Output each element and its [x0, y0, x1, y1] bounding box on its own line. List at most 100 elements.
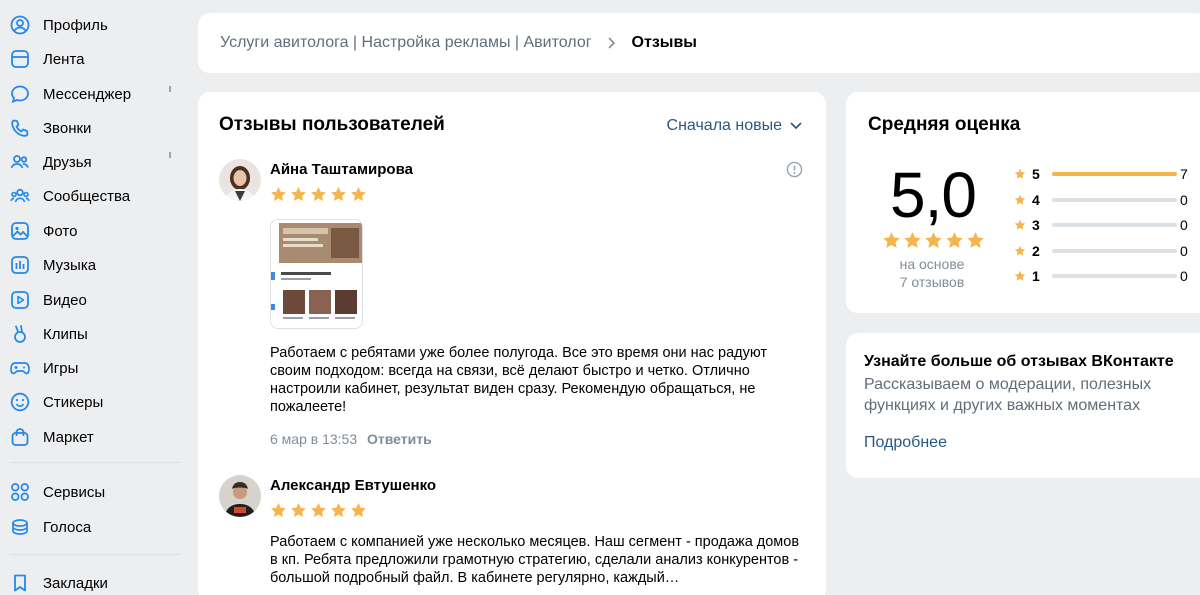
average-rating-panel: Средняя оценка 5,0 на основе 7 отзывов 5… [846, 92, 1200, 313]
chevron-down-icon [790, 122, 802, 130]
left-sidebar: Профиль Лента Мессенджер Звонки Друзья С… [0, 0, 190, 595]
sidebar-marker [169, 86, 171, 92]
rating-row-bar [1052, 248, 1177, 253]
avatar[interactable] [219, 475, 261, 517]
based-on-label: на основе [899, 256, 965, 272]
phone-icon [11, 119, 29, 137]
communities-icon [10, 188, 30, 203]
rating-row-stars: 5 [1032, 166, 1040, 182]
star-icon [331, 187, 346, 202]
sidebar-item-music[interactable]: Музыка [0, 249, 180, 281]
sidebar-item-label: Лента [43, 50, 85, 68]
average-score: 5,0 [890, 159, 977, 231]
sidebar-item-services[interactable]: Сервисы [0, 476, 180, 508]
info-text: Рассказываем о модерации, полезных функц… [864, 376, 1152, 414]
star-icon [311, 187, 326, 202]
sidebar-item-bookmarks[interactable]: Закладки [0, 567, 180, 595]
video-icon [11, 291, 29, 309]
review-text: Работаем с ребятами уже более полугода. … [270, 345, 768, 415]
review-attachment-image[interactable] [270, 219, 363, 329]
rating-row: 20 [1014, 243, 1194, 259]
star-icon [291, 187, 306, 202]
rating-row-stars: 3 [1032, 217, 1040, 233]
rating-row-stars: 1 [1032, 268, 1040, 284]
breadcrumb-current: Отзывы [631, 34, 697, 51]
star-icon [1014, 270, 1026, 281]
star-icon [271, 503, 286, 518]
sidebar-item-label: Друзья [43, 153, 92, 171]
rating-row-stars: 2 [1032, 242, 1040, 259]
star-icon [351, 187, 366, 202]
rating-row-count: 7 [1180, 166, 1188, 182]
star-icon [351, 503, 366, 518]
star-icon [271, 187, 286, 202]
star-icon [1014, 194, 1026, 205]
review-author[interactable]: Айна Таштамирова [270, 161, 413, 178]
rating-row: 10 [1014, 268, 1194, 284]
info-panel: Узнайте больше об отзывах ВКонтакте Расс… [846, 333, 1200, 478]
reviews-count: 7 отзывов [899, 274, 965, 290]
market-icon [11, 428, 29, 446]
sidebar-item-label: Звонки [43, 119, 92, 137]
sidebar-item-games[interactable]: Игры [0, 352, 180, 384]
sidebar-item-label: Маркет [43, 428, 94, 446]
sidebar-item-label: Голоса [43, 518, 92, 536]
rating-row: 40 [1014, 192, 1194, 208]
bookmark-icon [14, 574, 26, 592]
sidebar-item-label: Игры [43, 359, 79, 377]
music-icon [11, 256, 29, 274]
star-icon [331, 503, 346, 518]
reply-link[interactable]: Ответить [367, 431, 432, 447]
rating-row-bar [1052, 274, 1177, 278]
rating-row: 57 [1014, 166, 1194, 182]
star-icon [291, 503, 306, 518]
sidebar-divider [10, 554, 180, 555]
messenger-icon [11, 85, 29, 103]
avatar[interactable] [219, 159, 261, 201]
sidebar-item-profile[interactable]: Профиль [0, 9, 180, 41]
sidebar-item-label: Сообщества [43, 187, 131, 205]
rating-row-stars: 4 [1032, 191, 1040, 208]
review-rating-stars [270, 502, 367, 519]
review-author[interactable]: Александр Евтушенко [270, 477, 436, 494]
sort-dropdown[interactable]: Сначала новые [667, 117, 802, 135]
rating-row-count: 0 [1180, 242, 1188, 259]
sidebar-item-communities[interactable]: Сообщества [0, 180, 180, 212]
more-link[interactable]: Подробнее [864, 434, 947, 452]
star-icon [967, 232, 984, 248]
rating-row-count: 0 [1180, 191, 1188, 208]
sidebar-item-votes[interactable]: Голоса [0, 511, 180, 543]
sidebar-item-label: Видео [43, 291, 87, 309]
sidebar-item-label: Музыка [43, 256, 97, 274]
sidebar-item-clips[interactable]: Клипы [0, 318, 180, 350]
sidebar-item-photo[interactable]: Фото [0, 215, 180, 247]
review-text: Работаем с компанией уже несколько месяц… [270, 534, 800, 586]
rating-row: 30 [1014, 217, 1194, 233]
sidebar-item-feed[interactable]: Лента [0, 43, 180, 75]
sidebar-item-messenger[interactable]: Мессенджер [0, 78, 180, 110]
star-icon [904, 232, 921, 248]
sidebar-item-video[interactable]: Видео [0, 284, 180, 316]
rating-row-count: 0 [1180, 268, 1188, 284]
sidebar-divider [10, 462, 180, 463]
sidebar-item-calls[interactable]: Звонки [0, 112, 180, 144]
sidebar-item-friends[interactable]: Друзья [0, 146, 180, 178]
stickers-icon [10, 392, 30, 412]
report-info-icon[interactable] [786, 161, 803, 178]
chevron-right-icon [602, 37, 622, 49]
sidebar-item-market[interactable]: Маркет [0, 421, 180, 453]
sidebar-item-label: Мессенджер [43, 85, 132, 103]
sidebar-item-label: Сервисы [43, 483, 106, 501]
sidebar-item-label: Фото [43, 222, 78, 240]
star-icon [1014, 245, 1026, 256]
feed-icon [11, 50, 29, 68]
sidebar-item-stickers[interactable]: Стикеры [0, 386, 180, 418]
rating-title: Средняя оценка [868, 114, 1021, 135]
breadcrumb-parent-link[interactable]: Услуги авитолога | Настройка рекламы | А… [220, 34, 592, 52]
reviews-panel: Отзывы пользователей Сначала новые Айна … [198, 92, 826, 595]
review-rating-stars [270, 186, 367, 203]
sidebar-item-label: Стикеры [43, 393, 104, 411]
sidebar-marker [169, 152, 171, 158]
sidebar-item-label: Закладки [43, 574, 108, 592]
games-icon [10, 362, 30, 375]
